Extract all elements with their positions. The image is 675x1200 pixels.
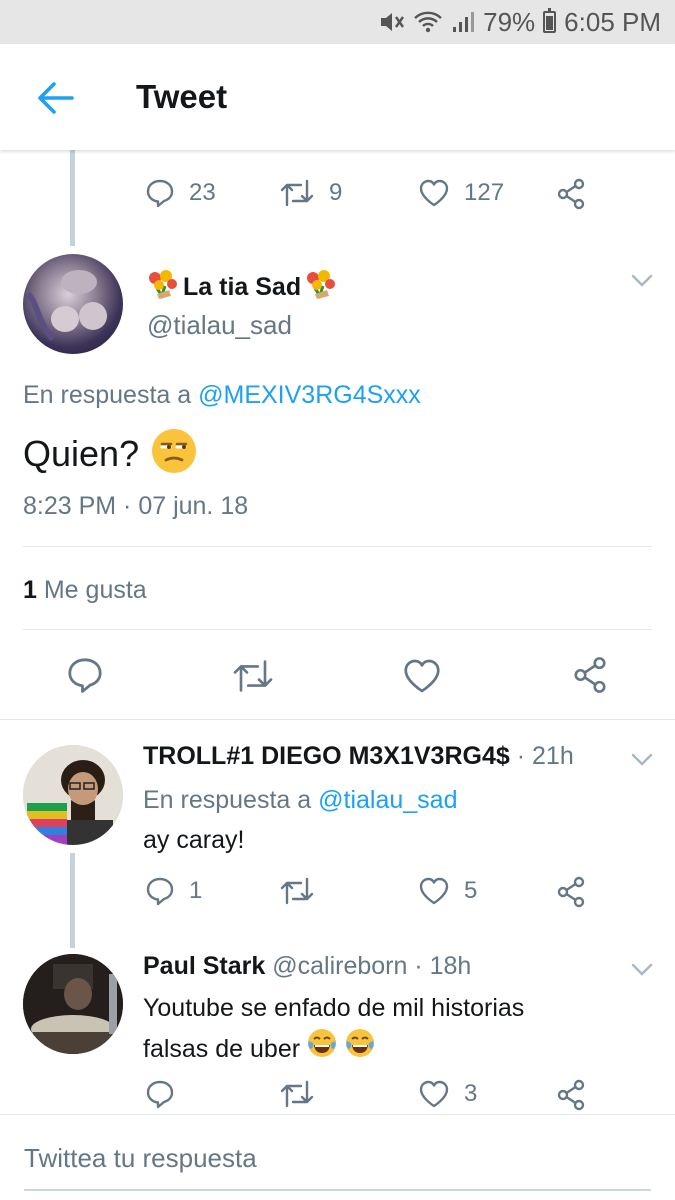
reply-time: · 21h — [516, 742, 574, 770]
reply-header[interactable]: Paul Stark @calireborn · 18h — [143, 952, 471, 981]
avatar[interactable] — [23, 745, 123, 845]
like-button[interactable]: 3 — [418, 1079, 477, 1109]
reply-composer: Twittea tu respuesta — [0, 1114, 675, 1200]
like-count: 3 — [464, 1080, 478, 1107]
input-underline — [24, 1189, 651, 1191]
back-button[interactable] — [36, 80, 76, 116]
heart-icon — [419, 877, 449, 905]
retweet-button[interactable]: 9 — [279, 178, 342, 208]
main-reply-button[interactable] — [66, 656, 104, 694]
page-title: Tweet — [136, 78, 228, 115]
tweet-text-row: Quien? — [23, 428, 197, 479]
author-name: La tia Sad — [183, 273, 302, 301]
reply-prefix: En respuesta a — [143, 786, 312, 814]
retweet-icon — [280, 179, 314, 207]
reply-button[interactable]: 23 — [145, 178, 216, 208]
retweet-button[interactable] — [279, 876, 315, 906]
clock: 6:05 PM — [564, 6, 661, 37]
mute-icon — [379, 10, 405, 34]
unamused-face-emoji-icon — [151, 428, 197, 479]
reply-text-line-row: falsas de uber — [143, 1027, 524, 1070]
reply-count: 23 — [189, 179, 216, 206]
share-button[interactable] — [556, 178, 586, 210]
bouquet-emoji-icon — [147, 270, 179, 305]
likes-summary[interactable]: 1 Me gusta — [23, 576, 147, 605]
reply-to-link[interactable]: @tialau_sad — [318, 786, 457, 814]
reply-input[interactable]: Twittea tu respuesta — [24, 1143, 257, 1174]
tweet-timestamp: 8:23 PM · 07 jun. 18 — [23, 492, 249, 520]
share-icon — [557, 178, 585, 210]
main-share-button[interactable] — [572, 656, 608, 694]
reply-text-line: Youtube se enfado de mil historias — [143, 994, 525, 1022]
heart-icon — [419, 1080, 449, 1108]
heart-icon — [404, 659, 440, 693]
like-button[interactable]: 127 — [418, 178, 504, 208]
avatar[interactable] — [23, 954, 123, 1054]
reply-author-name: Paul Stark — [143, 952, 266, 980]
retweet-count: 9 — [329, 179, 343, 206]
battery-icon — [543, 8, 557, 33]
reply-count: 1 — [189, 877, 203, 904]
reply-header[interactable]: TROLL#1 DIEGO M3X1V3RG4$ · 21h — [143, 742, 574, 771]
reply-to-link[interactable]: @MEXIV3RG4Sxxx — [198, 381, 421, 409]
thread-line — [70, 150, 75, 246]
author-name-row[interactable]: La tia Sad — [147, 270, 337, 305]
retweet-icon — [280, 1080, 314, 1108]
tweet-text: Quien? — [23, 432, 140, 474]
divider — [23, 546, 652, 547]
divider — [23, 629, 652, 630]
reply-icon — [146, 877, 174, 906]
reply-context: En respuesta a @MEXIV3RG4Sxxx — [23, 381, 421, 410]
reply-icon — [146, 179, 174, 208]
reply-button[interactable] — [145, 1079, 175, 1109]
share-button[interactable] — [556, 1079, 586, 1111]
avatar[interactable] — [23, 254, 123, 354]
share-icon — [557, 876, 585, 908]
wifi-icon — [413, 10, 443, 34]
signal-icon — [451, 10, 475, 34]
heart-icon — [419, 179, 449, 207]
likes-label: Me gusta — [43, 576, 147, 604]
reply-button[interactable]: 1 — [145, 876, 202, 906]
tears-of-joy-emoji-icon — [344, 1027, 376, 1070]
like-count: 5 — [464, 877, 478, 904]
bouquet-emoji-icon — [305, 270, 337, 305]
tears-of-joy-emoji-icon — [306, 1027, 338, 1070]
like-count: 127 — [464, 179, 505, 206]
chevron-down-icon[interactable] — [631, 963, 653, 977]
thread-line — [70, 853, 75, 948]
back-arrow-icon — [38, 82, 74, 114]
reply-icon — [146, 1080, 174, 1109]
app-bar: Tweet — [0, 44, 675, 150]
share-icon — [574, 657, 606, 693]
reply-text: Youtube se enfado de mil historias falsa… — [143, 989, 524, 1070]
retweet-icon — [280, 877, 314, 905]
main-retweet-button[interactable] — [231, 658, 275, 694]
reply-icon — [68, 658, 102, 693]
reply-text-line: falsas de uber — [143, 1034, 301, 1063]
like-button[interactable]: 5 — [418, 876, 477, 906]
reply-context: En respuesta a @tialau_sad — [143, 786, 457, 815]
status-bar: 79% 6:05 PM — [0, 0, 675, 44]
battery-percent: 79% — [483, 6, 536, 37]
reply-author-handle: @calireborn — [272, 952, 408, 980]
retweet-icon — [233, 660, 273, 692]
reply-author-name: TROLL#1 DIEGO M3X1V3RG4$ — [143, 742, 510, 770]
reply-time: · 18h — [414, 952, 472, 980]
main-like-button[interactable] — [402, 657, 442, 695]
reply-prefix: En respuesta a — [23, 381, 192, 409]
retweet-button[interactable] — [279, 1079, 315, 1109]
share-icon — [557, 1079, 585, 1111]
chevron-down-icon[interactable] — [631, 753, 653, 767]
author-handle[interactable]: @tialau_sad — [147, 310, 292, 341]
share-button[interactable] — [556, 876, 586, 908]
divider — [0, 719, 675, 720]
reply-text: ay caray! — [143, 826, 245, 854]
chevron-down-icon[interactable] — [631, 274, 653, 288]
likes-count: 1 — [23, 576, 37, 604]
